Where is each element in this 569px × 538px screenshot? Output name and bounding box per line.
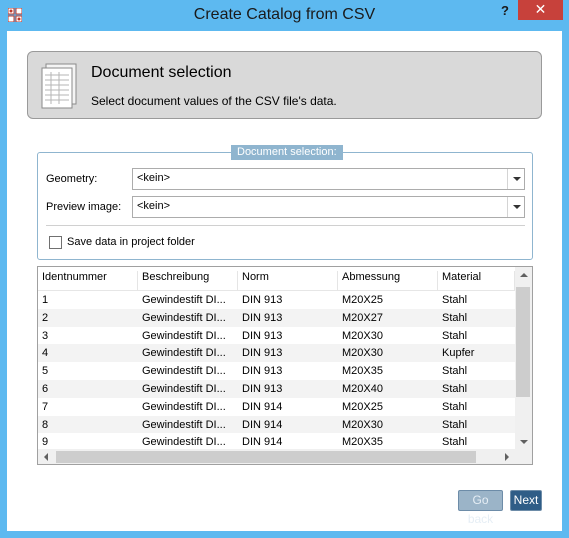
table-cell: Gewindestift DI... <box>142 329 226 342</box>
table-row[interactable]: 2 Gewindestift DI... DIN 913 M20X27 Stahl <box>38 308 515 327</box>
horizontal-scrollbar[interactable] <box>38 449 515 464</box>
page-title: Document selection <box>91 64 232 81</box>
table-cell: DIN 913 <box>242 382 283 395</box>
geometry-value: <kein> <box>137 172 171 184</box>
table-row[interactable]: 7 Gewindestift DI... DIN 914 M20X25 Stahl <box>38 398 515 416</box>
scrollbar-corner <box>515 450 532 464</box>
table-cell: Gewindestift DI... <box>142 365 226 378</box>
column-header[interactable]: Identnummer <box>38 271 138 291</box>
table-cell: Gewindestift DI... <box>142 400 226 413</box>
scroll-down-icon[interactable] <box>520 440 528 444</box>
table-cell: DIN 914 <box>242 418 283 431</box>
save-data-checkbox[interactable] <box>49 236 62 249</box>
table-cell: Gewindestift DI... <box>142 311 226 324</box>
table-cell: 4 <box>42 347 49 360</box>
scroll-right-icon[interactable] <box>505 453 509 461</box>
table-cell: Stahl <box>442 365 468 378</box>
table-cell: Stahl <box>442 294 468 306</box>
table-cell: Stahl <box>442 329 468 342</box>
table-cell: M20X35 <box>342 436 383 449</box>
table-cell: DIN 913 <box>242 311 283 324</box>
group-caption: Document selection: <box>231 145 343 160</box>
csv-data-table: Identnummer Beschreibung Norm Abmessung … <box>37 266 533 465</box>
table-row[interactable]: 4 Gewindestift DI... DIN 913 M20X30 Kupfer <box>38 344 515 363</box>
table-cell: 1 <box>42 294 49 306</box>
table-cell: M20X40 <box>342 382 383 395</box>
table-cell: 9 <box>42 436 49 449</box>
table-cell: Stahl <box>442 400 468 413</box>
geometry-label: Geometry: <box>46 173 98 185</box>
column-header[interactable]: Abmessung <box>338 271 438 291</box>
table-cell: M20X35 <box>342 365 383 378</box>
dialog-content: Document selection Select document value… <box>7 31 562 531</box>
table-cell: 5 <box>42 365 49 378</box>
table-cell: Stahl <box>442 418 468 431</box>
table-cell: DIN 913 <box>242 365 283 378</box>
table-header: Identnummer Beschreibung Norm Abmessung … <box>38 267 515 291</box>
table-cell: M20X30 <box>342 347 383 360</box>
preview-image-label: Preview image: <box>46 201 122 213</box>
spreadsheet-document-icon <box>41 63 77 109</box>
scrollbar-thumb[interactable] <box>56 451 476 463</box>
table-cell: M20X25 <box>342 294 383 306</box>
table-body: 1 Gewindestift DI... DIN 913 M20X25 Stahl 2 Ge… <box>38 291 515 451</box>
help-button[interactable]: ? <box>498 3 512 19</box>
column-header[interactable]: Beschreibung <box>138 271 238 291</box>
table-row[interactable]: 8 Gewindestift DI... DIN 914 M20X30 Stahl <box>38 415 515 434</box>
column-header[interactable]: Norm <box>238 271 338 291</box>
table-cell: DIN 914 <box>242 436 283 449</box>
column-header[interactable]: Material <box>438 271 515 291</box>
geometry-dropdown[interactable]: <kein> <box>132 168 525 190</box>
table-cell: Gewindestift DI... <box>142 294 226 306</box>
table-cell: M20X30 <box>342 329 383 342</box>
table-cell: 2 <box>42 311 49 324</box>
preview-image-value: <kein> <box>137 200 171 212</box>
table-cell: 3 <box>42 329 49 342</box>
table-cell: DIN 913 <box>242 347 283 360</box>
divider <box>46 225 525 226</box>
save-data-label[interactable]: Save data in project folder <box>67 236 195 248</box>
table-cell: Gewindestift DI... <box>142 347 226 360</box>
page-subtitle: Select document values of the CSV file's… <box>91 94 337 108</box>
chevron-down-icon[interactable] <box>507 197 524 217</box>
table-cell: 6 <box>42 382 49 395</box>
go-back-button[interactable]: Go back <box>458 490 503 526</box>
table-cell: Stahl <box>442 382 468 395</box>
scrollbar-thumb[interactable] <box>516 287 530 397</box>
table-row[interactable]: 3 Gewindestift DI... DIN 913 M20X30 Stahl <box>38 327 515 345</box>
table-cell: DIN 914 <box>242 400 283 413</box>
preview-image-dropdown[interactable]: <kein> <box>132 196 525 218</box>
table-cell: 8 <box>42 418 49 431</box>
table-cell: M20X30 <box>342 418 383 431</box>
table-row[interactable]: 6 Gewindestift DI... DIN 913 M20X40 Stahl <box>38 379 515 398</box>
table-cell: Gewindestift DI... <box>142 418 226 431</box>
table-cell: Stahl <box>442 436 468 449</box>
table-cell: M20X25 <box>342 400 383 413</box>
table-cell: Stahl <box>442 311 468 324</box>
scroll-up-icon[interactable] <box>520 273 528 277</box>
close-button[interactable]: ✕ <box>518 0 563 20</box>
table-cell: M20X27 <box>342 311 383 324</box>
next-button[interactable]: Next <box>510 490 542 511</box>
scroll-left-icon[interactable] <box>44 453 48 461</box>
table-cell: DIN 913 <box>242 329 283 342</box>
document-selection-group: Document selection: Geometry: <kein> Pre… <box>37 145 533 260</box>
table-cell: 7 <box>42 400 49 413</box>
page-header: Document selection Select document value… <box>27 51 542 119</box>
window-title: Create Catalog from CSV <box>193 6 376 23</box>
table-cell: DIN 913 <box>242 294 283 306</box>
table-cell: Gewindestift DI... <box>142 436 226 449</box>
chevron-down-icon[interactable] <box>507 169 524 189</box>
table-cell: Kupfer <box>442 347 475 360</box>
title-bar[interactable]: Create Catalog from CSV ? ✕ <box>0 0 569 31</box>
table-row[interactable]: 1 Gewindestift DI... DIN 913 M20X25 Stahl <box>38 291 515 309</box>
table-row[interactable]: 5 Gewindestift DI... DIN 913 M20X35 Stahl <box>38 362 515 380</box>
table-cell: Gewindestift DI... <box>142 382 226 395</box>
vertical-scrollbar[interactable] <box>515 267 532 450</box>
dialog-window: Create Catalog from CSV ? ✕ Document sel… <box>0 0 569 538</box>
